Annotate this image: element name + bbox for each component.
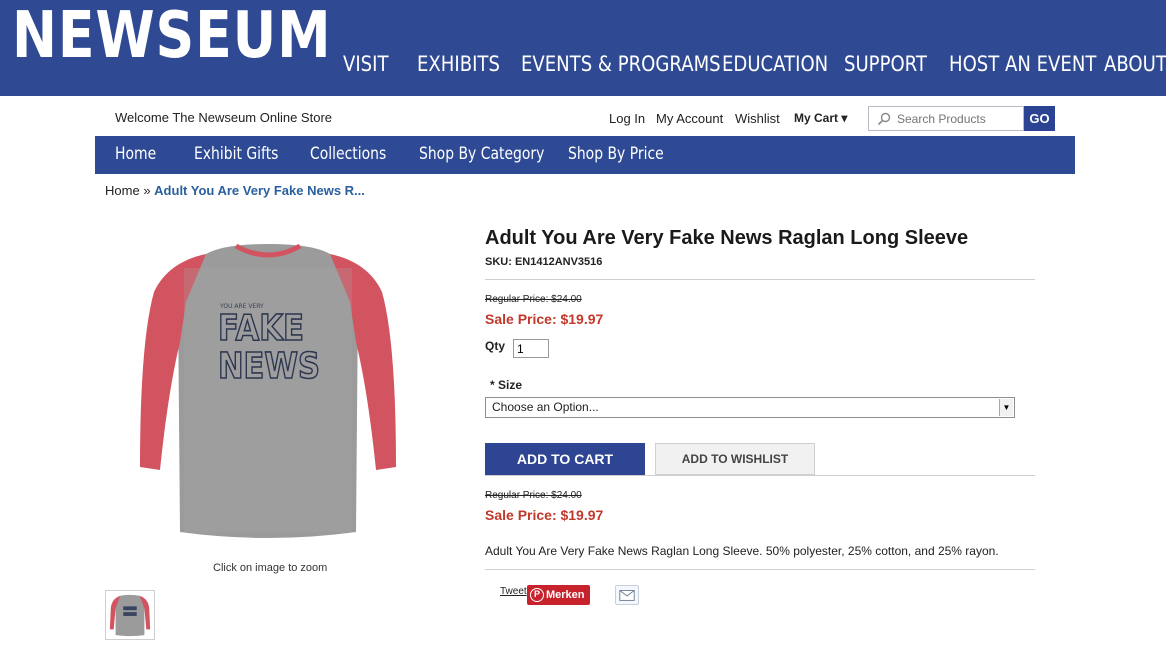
site-header: NEWSEUM VISIT EXHIBITS EVENTS & PROGRAMS… [0, 0, 1166, 96]
size-label: * Size [490, 378, 523, 392]
product-description: Adult You Are Very Fake News Raglan Long… [485, 544, 999, 558]
login-link[interactable]: Log In [609, 111, 645, 126]
tweet-link[interactable]: Tweet [500, 586, 527, 597]
product-sku: SKU: EN1412ANV3516 [485, 256, 603, 268]
regular-price: Regular Price: $24.00 [485, 294, 582, 305]
sale-price: Sale Price: $19.97 [485, 311, 604, 327]
my-account-link[interactable]: My Account [656, 111, 723, 126]
search-go-button[interactable]: GO [1024, 106, 1055, 131]
welcome-message: Welcome The Newseum Online Store [115, 110, 333, 125]
nav-education[interactable]: EDUCATION [722, 52, 828, 76]
breadcrumb: Home » Adult You Are Very Fake News R... [105, 183, 365, 198]
pinterest-merken-button[interactable]: P Merken [527, 585, 590, 605]
divider [485, 279, 1035, 280]
pinterest-icon: P [530, 588, 544, 602]
add-to-cart-button[interactable]: ADD TO CART [485, 443, 645, 475]
store-nav-shop-by-price[interactable]: Shop By Price [568, 144, 664, 164]
dropdown-arrow-icon[interactable]: ▼ [999, 399, 1013, 416]
divider [485, 475, 1035, 476]
nav-visit[interactable]: VISIT [343, 52, 389, 76]
size-select[interactable]: Choose an Option... ▼ [485, 397, 1015, 418]
size-select-value: Choose an Option... [492, 400, 599, 414]
nav-host-an-event[interactable]: HOST AN EVENT [949, 52, 1096, 76]
nav-events-programs[interactable]: EVENTS & PROGRAMS [521, 52, 721, 76]
my-cart-link[interactable]: My Cart ▾ [794, 111, 847, 125]
product-image[interactable]: YOU ARE VERY FAKE NEWS [128, 232, 418, 547]
store-nav-collections[interactable]: Collections [310, 144, 386, 164]
zoom-hint: Click on image to zoom [213, 562, 328, 574]
nav-about[interactable]: ABOUT [1104, 52, 1166, 76]
store-nav-shop-by-category[interactable]: Shop By Category [419, 144, 544, 164]
qty-input[interactable] [513, 339, 549, 358]
shirt-text-fake: FAKE [218, 308, 304, 349]
nav-exhibits[interactable]: EXHIBITS [417, 52, 500, 76]
newseum-logo[interactable]: NEWSEUM [12, 2, 331, 70]
wishlist-link[interactable]: Wishlist [735, 111, 780, 126]
mail-icon[interactable] [615, 585, 639, 605]
regular-price-repeat: Regular Price: $24.00 [485, 490, 582, 501]
sale-price-repeat: Sale Price: $19.97 [485, 507, 604, 523]
store-nav-home[interactable]: Home [115, 144, 156, 164]
store-nav: Home Exhibit Gifts Collections Shop By C… [95, 136, 1075, 174]
product-thumbnail[interactable] [105, 590, 155, 640]
search-box [868, 106, 1024, 131]
store-nav-exhibit-gifts[interactable]: Exhibit Gifts [194, 144, 278, 164]
pinterest-label: Merken [546, 589, 585, 601]
breadcrumb-current: Adult You Are Very Fake News R... [154, 183, 365, 198]
shirt-text-news: NEWS [218, 346, 320, 387]
search-icon [877, 112, 891, 126]
qty-label: Qty [485, 339, 506, 353]
nav-support[interactable]: SUPPORT [844, 52, 927, 76]
search-input[interactable] [897, 110, 1019, 128]
divider [485, 569, 1035, 570]
breadcrumb-home[interactable]: Home [105, 183, 140, 198]
add-to-wishlist-button[interactable]: ADD TO WISHLIST [655, 443, 815, 475]
product-title: Adult You Are Very Fake News Raglan Long… [485, 227, 969, 249]
breadcrumb-separator: » [143, 183, 151, 198]
